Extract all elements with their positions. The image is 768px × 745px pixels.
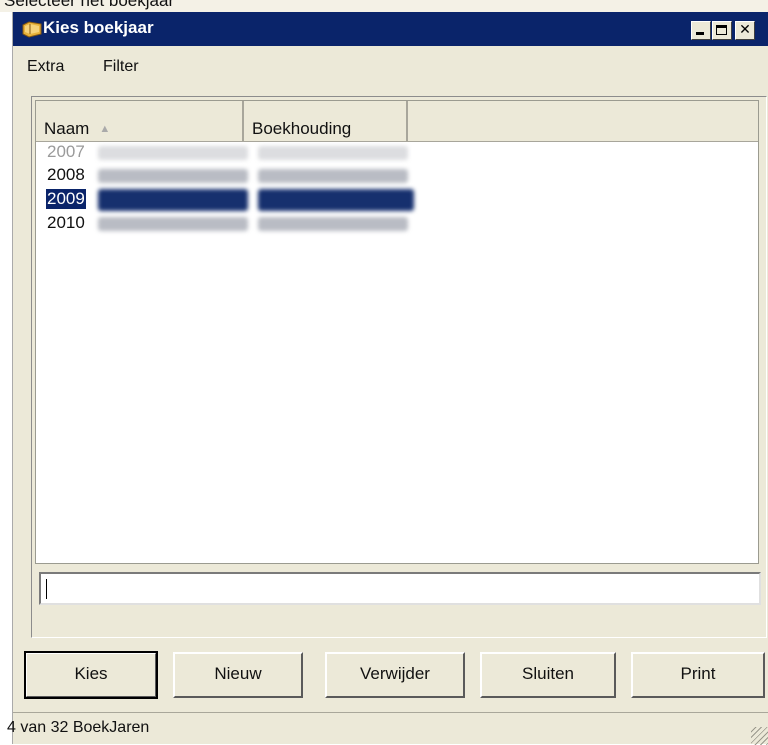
redacted-name [98, 146, 248, 160]
text-caret [46, 579, 47, 599]
window-title: Kies boekjaar [43, 18, 154, 37]
kies-button[interactable]: Kies [24, 651, 158, 699]
status-bar: 4 van 32 BoekJaren [7, 712, 768, 745]
menu-extra[interactable]: Extra [27, 58, 64, 76]
list-item-year: 2008 [47, 165, 85, 184]
boekjaar-list[interactable]: Naam ▲ Boekhouding 2007 2008 2009 2010 [35, 100, 759, 564]
sort-ascending-icon: ▲ [99, 123, 111, 135]
folder-book-icon [22, 21, 42, 38]
redacted-boekhouding [258, 146, 408, 160]
status-text: 4 van 32 BoekJaren [7, 719, 150, 736]
redacted-boekhouding [258, 189, 414, 211]
redacted-name [98, 169, 248, 183]
close-button[interactable]: ✕ [735, 21, 755, 40]
title-bar[interactable]: Kies boekjaar ✕ [13, 12, 768, 46]
maximize-button[interactable] [712, 21, 732, 40]
menu-bar: Extra Filter [13, 48, 768, 78]
column-header-boekhouding[interactable]: Boekhouding [244, 101, 408, 141]
nieuw-button[interactable]: Nieuw [173, 652, 303, 698]
list-header: Naam ▲ Boekhouding [36, 101, 758, 142]
redacted-name [98, 217, 248, 231]
redacted-boekhouding [258, 169, 408, 183]
list-item[interactable]: 2008 [44, 164, 409, 187]
column-header-naam[interactable]: Naam ▲ [36, 101, 244, 141]
list-item[interactable]: 2010 [44, 212, 409, 235]
redacted-name [98, 189, 248, 211]
print-button[interactable]: Print [631, 652, 765, 698]
list-item[interactable]: 2007 [44, 141, 409, 164]
close-icon: ✕ [739, 22, 751, 38]
search-input[interactable] [39, 572, 761, 605]
minimize-button[interactable] [691, 21, 711, 40]
list-item-year: 2007 [47, 142, 85, 161]
resize-grip-icon[interactable] [751, 727, 768, 745]
background-window-strip: Selecteer het boekjaar [0, 0, 768, 12]
verwijder-button[interactable]: Verwijder [325, 652, 465, 698]
list-item-year: 2009 [46, 189, 86, 209]
column-header-naam-label: Naam [44, 119, 90, 138]
sluiten-button[interactable]: Sluiten [480, 652, 616, 698]
maximize-icon [716, 25, 727, 35]
minimize-icon [696, 32, 704, 35]
kies-boekjaar-dialog: Kies boekjaar ✕ Extra Filter Naam ▲ Boekh… [7, 12, 768, 745]
list-item-selected[interactable]: 2009 [44, 188, 414, 211]
list-item-year: 2010 [47, 213, 85, 232]
column-header-boekhouding-label: Boekhouding [252, 119, 352, 138]
menu-filter[interactable]: Filter [103, 58, 139, 76]
redacted-boekhouding [258, 217, 408, 231]
